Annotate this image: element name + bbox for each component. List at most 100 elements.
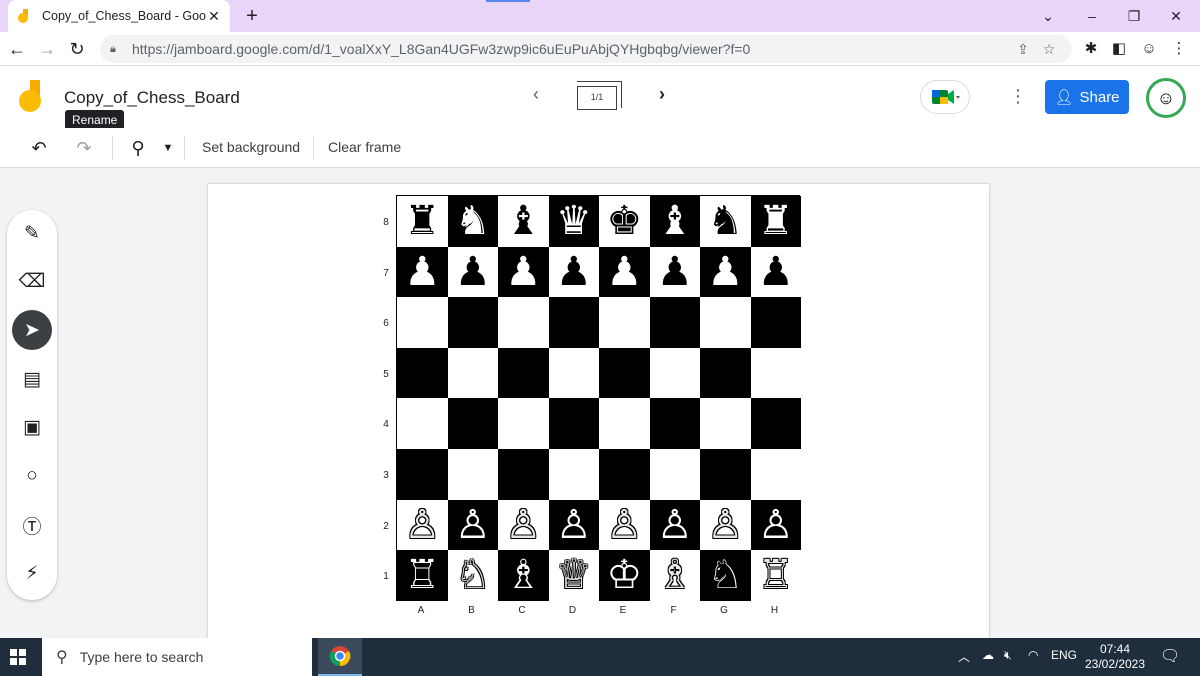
taskbar-search-box[interactable]: ⚲ Type here to search — [42, 638, 312, 676]
address-bar[interactable]: 🔒︎ https://jamboard.google.com/d/1_voalX… — [100, 35, 1072, 63]
chess-piece: ♞ — [707, 198, 744, 245]
minimize-icon[interactable]: – — [1070, 4, 1114, 28]
board-square-a8: ♜ — [397, 196, 448, 247]
board-square-b5 — [447, 347, 498, 399]
new-tab-button[interactable]: + — [240, 4, 264, 28]
eraser-tool-icon[interactable]: ⌫ — [12, 261, 52, 301]
file-label: H — [770, 605, 779, 616]
jamboard-frame[interactable]: ♜ ♞ ♝ ♛ ♚ ♝ ♞ ♜ ♟ ♟ ♟ ♟ ♟ ♟ ♟ ♟ ♙ ♙ ♙ ♙ ♙ ♙ ♙ ♙ ♖ ♘ ♗ ♕ ♔ ♗ ♘ ♖ 8765432… — [208, 184, 989, 640]
browser-tab[interactable]: Copy_of_Chess_Board - Google Jamboard ✕ — [8, 0, 230, 32]
onedrive-cloud-icon[interactable]: ☁ — [982, 648, 994, 662]
account-avatar[interactable]: ☺ — [1146, 78, 1186, 118]
volume-muted-icon[interactable]: 🔇︎ — [1004, 648, 1012, 663]
pen-tool-icon[interactable]: ✎ — [12, 213, 52, 253]
chess-piece: ♜ — [404, 198, 441, 245]
profile-avatar-icon[interactable]: ☺ — [1136, 36, 1162, 62]
chess-piece: ♗ — [505, 552, 542, 599]
board-square-h7: ♟ — [750, 246, 801, 298]
redo-icon[interactable]: ↷ — [72, 136, 96, 160]
notification-center-icon[interactable]: 🗨︎ — [1160, 646, 1180, 666]
add-image-tool-icon[interactable]: ▣ — [12, 407, 52, 447]
board-square-e6 — [599, 297, 650, 348]
laser-tool-icon[interactable]: ⚡︎ — [12, 553, 52, 593]
share-page-icon[interactable]: ⇪ — [1010, 41, 1036, 58]
previous-frame-chevron-icon[interactable]: ‹ — [526, 84, 546, 105]
chrome-menu-icon[interactable]: ⋮ — [1166, 36, 1192, 62]
circle-shape-tool-icon[interactable]: ○ — [12, 456, 52, 496]
zoom-icon[interactable]: ⚲ — [126, 136, 150, 160]
chess-piece: ♟ — [757, 248, 794, 295]
language-indicator[interactable]: ENG — [1051, 648, 1077, 662]
restore-icon[interactable]: ❐ — [1112, 4, 1156, 28]
undo-icon[interactable]: ↶ — [27, 136, 51, 160]
meet-button[interactable] — [920, 80, 970, 114]
board-square-d1: ♕ — [548, 550, 599, 601]
board-square-d2: ♙ — [548, 499, 599, 551]
board-square-e3 — [599, 448, 650, 500]
chess-piece: ♙ — [555, 501, 592, 548]
board-square-a2: ♙ — [397, 499, 448, 551]
clear-frame-button[interactable]: Clear frame — [328, 139, 401, 155]
rank-label: 8 — [383, 217, 389, 228]
chess-piece: ♙ — [707, 501, 744, 548]
file-label: B — [468, 605, 475, 616]
next-frame-chevron-icon[interactable]: › — [652, 84, 672, 105]
select-tool-icon[interactable]: ➤ — [12, 310, 52, 350]
reload-icon[interactable]: ↻ — [64, 36, 90, 62]
board-square-c8: ♝ — [498, 196, 549, 247]
toolbar-divider — [313, 136, 314, 160]
forward-icon[interactable]: → — [34, 36, 60, 62]
board-square-b1: ♘ — [447, 550, 498, 601]
board-square-d4 — [548, 398, 599, 449]
tab-search-icon[interactable]: ⌄ — [1026, 4, 1070, 28]
board-square-e4 — [599, 398, 650, 449]
side-panel-icon[interactable]: ◧ — [1106, 36, 1132, 62]
taskbar-chrome-app[interactable] — [318, 638, 362, 676]
taskbar-clock[interactable]: 07:44 23/02/2023 — [1080, 642, 1150, 672]
board-square-c6 — [498, 297, 549, 348]
chrome-app-icon — [329, 646, 351, 667]
chess-piece: ♟ — [707, 248, 744, 295]
bookmark-star-icon[interactable]: ☆ — [1036, 41, 1062, 58]
windows-start-icon[interactable] — [10, 649, 26, 665]
board-square-g1: ♘ — [700, 550, 751, 601]
close-tab-icon[interactable]: ✕ — [206, 8, 222, 25]
chess-piece: ♔ — [606, 552, 643, 599]
extensions-puzzle-icon[interactable]: ✱ — [1078, 36, 1104, 62]
lock-icon: 🔒︎ — [110, 42, 116, 55]
share-button[interactable]: 👤︎ Share — [1045, 80, 1129, 114]
rank-label: 2 — [383, 520, 389, 532]
document-title[interactable]: Copy_of_Chess_Board — [64, 88, 240, 108]
text-box-tool-icon[interactable]: Ⓣ — [12, 505, 52, 545]
file-label: D — [568, 605, 577, 616]
board-square-e2: ♙ — [599, 499, 650, 551]
sticky-note-tool-icon[interactable]: ▤ — [12, 359, 52, 399]
jamboard-logo-icon[interactable] — [18, 80, 44, 114]
toolbar-divider — [112, 136, 113, 160]
set-background-button[interactable]: Set background — [202, 139, 300, 155]
board-square-a4 — [397, 398, 448, 449]
chess-piece: ♞ — [454, 198, 491, 245]
board-square-g4 — [700, 398, 751, 449]
show-hidden-icons-chevron-icon[interactable]: ︿ — [958, 648, 970, 665]
tab-title: Copy_of_Chess_Board - Google Jamboard — [42, 9, 206, 23]
board-square-e7: ♟ — [599, 246, 650, 298]
zoom-dropdown-icon[interactable]: ▼ — [156, 136, 180, 160]
back-icon[interactable]: ← — [4, 36, 30, 62]
chess-piece: ♚ — [606, 198, 643, 245]
board-square-f7: ♟ — [649, 246, 700, 298]
wifi-icon[interactable]: ◠ — [1028, 648, 1038, 662]
chess-piece: ♟ — [505, 248, 542, 295]
chess-piece: ♛ — [555, 198, 592, 245]
more-options-icon[interactable]: ⋮ — [1008, 86, 1028, 106]
board-square-c1: ♗ — [498, 550, 549, 601]
board-square-b4 — [447, 398, 498, 449]
board-square-g3 — [700, 448, 751, 500]
frame-indicator[interactable]: 1/1 — [577, 81, 622, 110]
board-square-h6 — [750, 297, 801, 348]
close-window-icon[interactable]: ✕ — [1154, 4, 1198, 28]
board-square-f4 — [649, 398, 700, 449]
board-square-d8: ♛ — [548, 196, 599, 247]
rank-label: 3 — [383, 470, 389, 481]
chess-piece: ♙ — [505, 501, 542, 548]
